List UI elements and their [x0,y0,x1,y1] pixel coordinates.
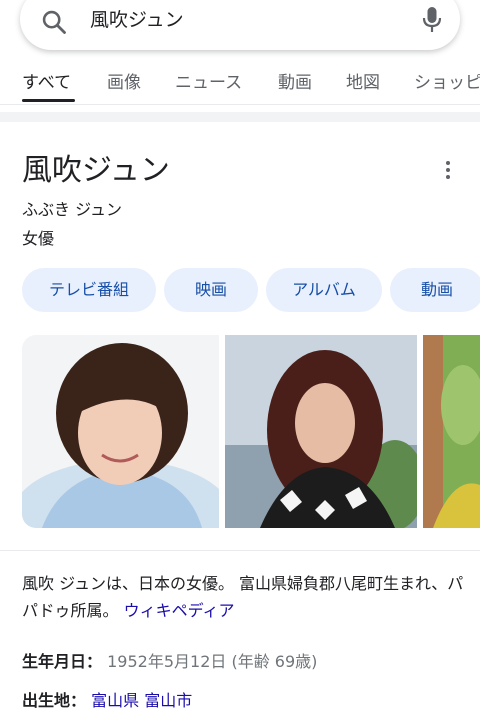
more-vert-icon[interactable] [440,158,456,182]
tabs-divider [0,104,480,105]
entity-title: 風吹ジュン [22,153,170,188]
chip-albums[interactable]: アルバム [266,268,382,312]
wikipedia-link[interactable]: ウィキペディア [124,601,235,620]
fact-row-birthplace: 出生地： 富山県 富山市 [22,689,192,713]
fact-value: 1952年5月12日 (年齢 69歳) [107,652,318,671]
fact-row-birthdate: 生年月日： 1952年5月12日 (年齢 69歳) [22,650,317,674]
chip-videos[interactable]: 動画 [390,268,480,312]
section-separator [0,112,480,122]
fact-label: 生年月日： [22,652,103,671]
birthplace-prefecture-link[interactable]: 富山県 [91,691,139,710]
entity-photo-2[interactable] [225,335,417,528]
mic-icon[interactable] [420,5,444,35]
chip-tv-shows[interactable]: テレビ番組 [22,268,156,312]
entity-type: 女優 [22,229,55,248]
fact-label: 出生地： [22,691,87,710]
tab-maps[interactable]: 地図 [346,71,380,95]
search-input[interactable]: 風吹ジュン [90,7,184,33]
search-bar[interactable] [20,0,460,50]
tab-all[interactable]: すべて [22,71,71,95]
description-text: 風吹 ジュンは、日本の女優。 富山県婦負郡八尾町生まれ、パパドゥ所属。 [22,574,464,620]
entity-photo-3[interactable] [423,335,480,528]
birthplace-city-link[interactable]: 富山市 [144,691,192,710]
search-icon[interactable] [40,8,68,36]
section-divider [0,550,480,551]
entity-description: 風吹 ジュンは、日本の女優。 富山県婦負郡八尾町生まれ、パパドゥ所属。 ウィキペ… [22,570,472,624]
entity-photo-1[interactable] [22,335,219,528]
tab-videos[interactable]: 動画 [278,71,312,95]
active-tab-indicator [22,99,75,102]
entity-reading: ふぶき ジュン [22,200,122,219]
tab-news[interactable]: ニュース [175,71,242,95]
tab-images[interactable]: 画像 [107,71,141,95]
tab-shopping[interactable]: ショッピング [414,71,480,95]
chip-movies[interactable]: 映画 [164,268,258,312]
